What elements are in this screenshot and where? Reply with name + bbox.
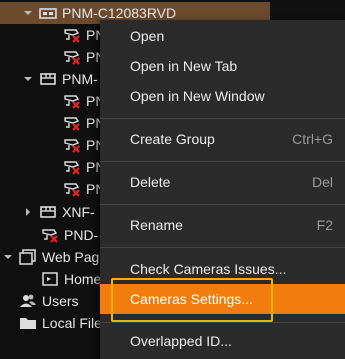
tree-item-label: Web Pag	[42, 249, 100, 265]
web-pages-icon	[18, 248, 38, 266]
menu-separator	[100, 118, 345, 119]
tree-item-web-pages[interactable]: Web Pag	[2, 246, 99, 268]
menu-item-cameras-settings[interactable]: Cameras Settings...	[100, 284, 345, 314]
menu-item-open-new-window[interactable]: Open in New Window	[100, 81, 345, 111]
tree-item-camera[interactable]: PN	[62, 178, 105, 200]
camera-error-icon	[62, 180, 82, 198]
camera-error-icon	[62, 158, 82, 176]
tree-item-label: XNF-	[62, 204, 95, 220]
menu-item-label: Open in New Window	[130, 88, 265, 104]
camera-error-icon	[62, 26, 82, 44]
tree-item-camera[interactable]: PN	[62, 46, 105, 68]
menu-item-label: Delete	[130, 174, 171, 190]
web-page-icon	[40, 270, 60, 288]
chevron-down-icon[interactable]	[22, 7, 34, 19]
menu-item-check-cameras-issues[interactable]: Check Cameras Issues...	[100, 254, 345, 284]
menu-item-label: Cameras Settings...	[130, 291, 253, 307]
menu-item-label: Create Group	[130, 131, 215, 147]
tree-item-device-2[interactable]: PNM-	[22, 68, 98, 90]
tree-item-local-files[interactable]: Local File	[18, 312, 102, 334]
tree-item-label: PND-	[64, 227, 99, 243]
menu-item-shortcut: Ctrl+G	[292, 131, 333, 147]
menu-item-shortcut: F2	[316, 217, 333, 233]
tree-item-camera[interactable]: PN	[62, 90, 105, 112]
tree-item-device-4[interactable]: PND-	[40, 224, 98, 246]
camera-error-icon	[62, 114, 82, 132]
encoder-icon	[38, 4, 58, 22]
chevron-down-icon[interactable]	[2, 251, 14, 263]
chevron-down-icon[interactable]	[22, 73, 34, 85]
menu-item-label: Open in New Tab	[130, 58, 238, 74]
menu-item-label: Open	[130, 28, 165, 44]
tree-item-label: PNM-C12083RVD	[62, 5, 177, 21]
camera-error-icon	[62, 48, 82, 66]
menu-item-open-new-tab[interactable]: Open in New Tab	[100, 51, 345, 81]
camera-error-icon	[62, 92, 82, 110]
menu-separator	[100, 161, 345, 162]
tree-item-label: Local File	[42, 315, 102, 331]
tree-item-label: Home	[64, 271, 102, 287]
tree-item-camera[interactable]: PN	[62, 134, 105, 156]
tree-item-camera[interactable]: PN	[62, 112, 105, 134]
menu-item-create-group[interactable]: Create Group Ctrl+G	[100, 124, 345, 154]
menu-separator	[100, 322, 345, 323]
menu-separator	[100, 204, 345, 205]
menu-item-label: Rename	[130, 217, 183, 233]
camera-error-icon	[62, 136, 82, 154]
context-menu: Open Open in New Tab Open in New Window …	[100, 20, 345, 359]
menu-item-delete[interactable]: Delete Del	[100, 167, 345, 197]
menu-item-open[interactable]: Open	[100, 21, 345, 51]
menu-item-rename[interactable]: Rename F2	[100, 210, 345, 240]
tree-item-label: PNM-	[62, 71, 98, 87]
tree-item-label: Users	[42, 293, 79, 309]
menu-item-overlapped-id[interactable]: Overlapped ID...	[100, 326, 345, 356]
camera-error-icon	[40, 226, 60, 244]
menu-item-shortcut: Del	[311, 174, 333, 190]
tree-item-device-3[interactable]: XNF-	[22, 201, 95, 223]
menu-separator	[100, 247, 345, 248]
nvr-icon	[38, 70, 58, 88]
folder-icon	[18, 314, 38, 332]
tree-item-camera[interactable]: PN	[62, 156, 105, 178]
nvr-icon	[38, 203, 58, 221]
menu-item-label: Check Cameras Issues...	[130, 261, 287, 277]
menu-item-label: Overlapped ID...	[130, 333, 232, 349]
users-icon	[18, 292, 38, 310]
tree-item-camera[interactable]: PN	[62, 24, 105, 46]
tree-item-users[interactable]: Users	[18, 290, 79, 312]
tree-item-home[interactable]: Home	[40, 268, 101, 290]
chevron-right-icon[interactable]	[22, 206, 34, 218]
